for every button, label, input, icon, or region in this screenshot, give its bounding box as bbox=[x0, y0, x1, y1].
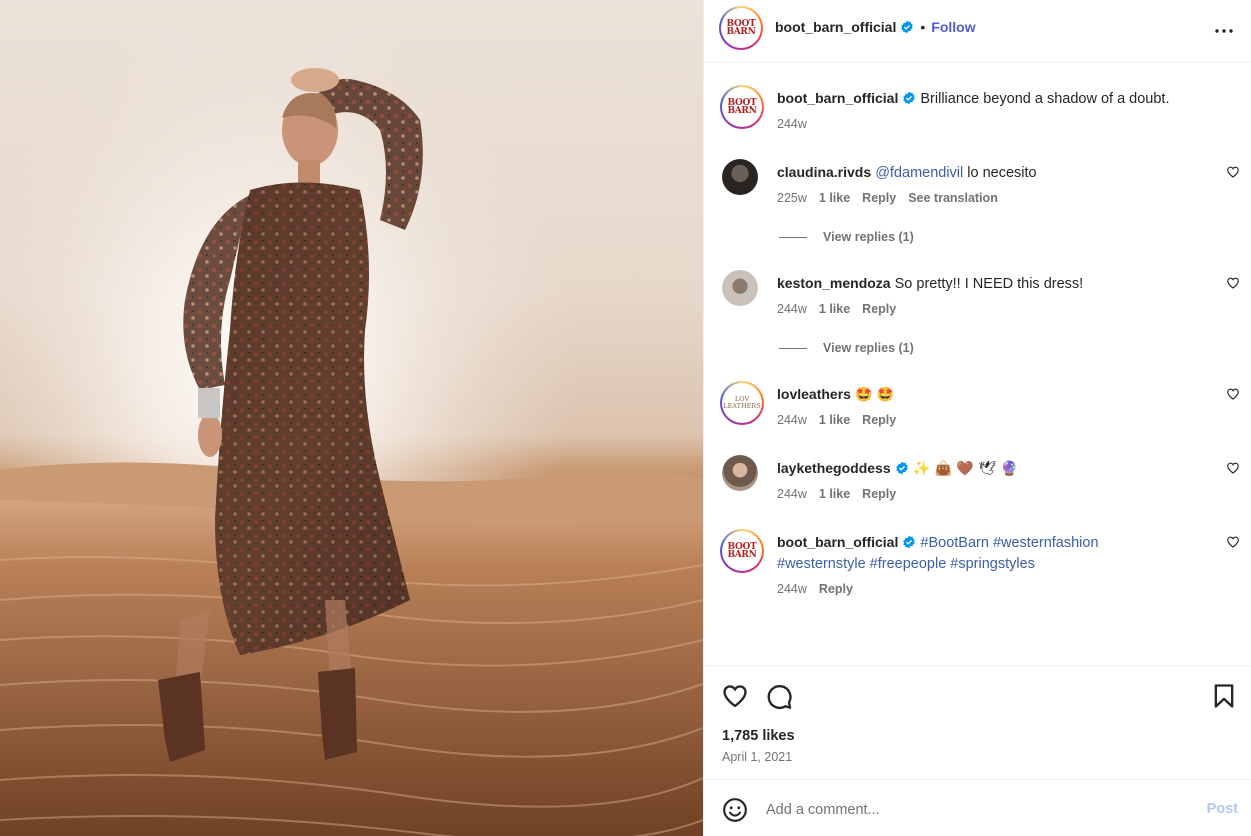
caption-row: BOOT BARN boot_barn_official Brilliance b… bbox=[720, 85, 1240, 135]
comment-username[interactable]: laykethegoddess bbox=[777, 460, 891, 476]
post-actions: 1,785 likes April 1, 2021 bbox=[704, 665, 1251, 779]
post-comment-button[interactable]: Post bbox=[1207, 801, 1238, 817]
instagram-post: BOOT BARN boot_barn_official • Follow BOOT B… bbox=[0, 0, 1251, 836]
commenter-avatar[interactable]: LOV LEATHERS bbox=[720, 381, 764, 425]
comment-likes[interactable]: 1 like bbox=[819, 487, 850, 501]
comment-username[interactable]: boot_barn_official bbox=[777, 534, 898, 550]
comments-list[interactable]: BOOT BARN boot_barn_official Brilliance b… bbox=[704, 64, 1251, 665]
heart-icon[interactable] bbox=[1226, 387, 1240, 401]
comment-body: ✨ 👜 🤎 🕊 🔮 bbox=[912, 461, 1018, 477]
heart-icon[interactable] bbox=[1226, 276, 1240, 290]
follow-button[interactable]: Follow bbox=[931, 19, 975, 35]
comment-text: keston_mendoza So pretty!! I NEED this d… bbox=[777, 273, 1177, 295]
desert-model-photo bbox=[0, 0, 703, 836]
verified-icon bbox=[901, 20, 914, 34]
commenter-avatar[interactable] bbox=[722, 455, 758, 491]
comment-item: claudina.rivds @fdamendivil lo necesito … bbox=[720, 159, 1240, 209]
view-replies-button[interactable]: View replies (1) bbox=[779, 341, 914, 355]
header-user-line: boot_barn_official • Follow bbox=[775, 19, 976, 35]
comment-composer: Post bbox=[704, 779, 1251, 836]
reply-button[interactable]: Reply bbox=[862, 413, 896, 427]
view-replies-label: View replies (1) bbox=[823, 341, 914, 355]
comment-item: LOV LEATHERS lovleathers 🤩 🤩 244w 1 like Re… bbox=[720, 381, 1240, 431]
comment-body: So pretty!! I NEED this dress! bbox=[894, 276, 1084, 292]
reply-button[interactable]: Reply bbox=[862, 487, 896, 501]
comment-item: keston_mendoza So pretty!! I NEED this d… bbox=[720, 270, 1240, 320]
heart-icon[interactable] bbox=[1226, 165, 1240, 179]
comment-meta: 244w Reply bbox=[777, 582, 865, 596]
heart-icon[interactable] bbox=[721, 682, 749, 710]
comment-time[interactable]: 244w bbox=[777, 302, 807, 316]
commenter-avatar[interactable]: BOOT BARN bbox=[720, 529, 764, 573]
commenter-avatar[interactable] bbox=[722, 159, 758, 195]
commenter-avatar[interactable] bbox=[722, 270, 758, 306]
comment-text: laykethegoddess ✨ 👜 🤎 🕊 🔮 bbox=[777, 458, 1177, 480]
likes-count[interactable]: 1,785 likes bbox=[722, 728, 795, 744]
comment-icon[interactable] bbox=[765, 682, 793, 710]
heart-icon[interactable] bbox=[1226, 535, 1240, 549]
comment-likes[interactable]: 1 like bbox=[819, 191, 850, 205]
comment-hashtags[interactable]: #BootBarn #westernfashion bbox=[920, 535, 1098, 551]
caption-time[interactable]: 244w bbox=[777, 117, 807, 131]
comment-meta: 225w 1 like Reply See translation bbox=[777, 191, 1010, 205]
boot-barn-logo: BOOT BARN bbox=[727, 542, 757, 560]
caption-meta: 244w bbox=[777, 117, 819, 131]
comment-username[interactable]: keston_mendoza bbox=[777, 275, 891, 291]
replies-divider bbox=[779, 348, 807, 350]
comment-text: boot_barn_official #BootBarn #westernfas… bbox=[777, 532, 1177, 575]
more-icon[interactable] bbox=[1212, 19, 1236, 43]
comment-time[interactable]: 244w bbox=[777, 582, 807, 596]
post-image[interactable] bbox=[0, 0, 703, 836]
lovleathers-logo: LOV LEATHERS bbox=[722, 383, 762, 423]
separator-dot: • bbox=[920, 19, 926, 35]
caption-username[interactable]: boot_barn_official bbox=[777, 90, 898, 106]
caption-body: Brilliance beyond a shadow of a doubt. bbox=[920, 91, 1170, 107]
author-username[interactable]: boot_barn_official bbox=[775, 19, 896, 35]
comment-hashtags[interactable]: #westernstyle #freepeople #springstyles bbox=[777, 556, 1035, 572]
comment-time[interactable]: 244w bbox=[777, 413, 807, 427]
comment-meta: 244w 1 like Reply bbox=[777, 413, 908, 427]
comment-body: lo necesito bbox=[963, 165, 1037, 181]
comment-likes[interactable]: 1 like bbox=[819, 413, 850, 427]
verified-icon bbox=[895, 461, 908, 475]
post-header: BOOT BARN boot_barn_official • Follow bbox=[704, 0, 1251, 63]
comment-item: BOOT BARN boot_barn_official #BootBarn #w… bbox=[720, 529, 1240, 599]
verified-icon bbox=[903, 91, 916, 105]
verified-icon bbox=[903, 535, 916, 549]
author-avatar[interactable]: BOOT BARN bbox=[719, 6, 763, 50]
boot-barn-logo: BOOT BARN bbox=[726, 19, 756, 37]
comment-time[interactable]: 244w bbox=[777, 487, 807, 501]
bookmark-icon[interactable] bbox=[1210, 682, 1238, 710]
reply-button[interactable]: Reply bbox=[819, 582, 853, 596]
boot-barn-logo: BOOT BARN bbox=[727, 98, 757, 116]
replies-divider bbox=[779, 237, 807, 239]
caption-text: boot_barn_official Brilliance beyond a s… bbox=[777, 88, 1177, 110]
post-side-panel: BOOT BARN boot_barn_official • Follow BOOT B… bbox=[703, 0, 1251, 836]
view-replies-button[interactable]: View replies (1) bbox=[779, 230, 914, 244]
comment-meta: 244w 1 like Reply bbox=[777, 302, 908, 316]
comment-text: lovleathers 🤩 🤩 bbox=[777, 384, 1177, 406]
smile-icon[interactable] bbox=[722, 797, 748, 823]
comment-body: 🤩 🤩 bbox=[854, 387, 895, 403]
comment-text: claudina.rivds @fdamendivil lo necesito bbox=[777, 162, 1177, 184]
comment-input[interactable] bbox=[766, 798, 1186, 822]
view-replies-label: View replies (1) bbox=[823, 230, 914, 244]
reply-button[interactable]: Reply bbox=[862, 191, 896, 205]
comment-username[interactable]: claudina.rivds bbox=[777, 164, 871, 180]
heart-icon[interactable] bbox=[1226, 461, 1240, 475]
reply-button[interactable]: Reply bbox=[862, 302, 896, 316]
comment-item: laykethegoddess ✨ 👜 🤎 🕊 🔮 244w 1 like Repl… bbox=[720, 455, 1240, 505]
caption-avatar[interactable]: BOOT BARN bbox=[720, 85, 764, 129]
post-date: April 1, 2021 bbox=[722, 750, 793, 764]
comment-username[interactable]: lovleathers bbox=[777, 386, 851, 402]
see-translation-button[interactable]: See translation bbox=[908, 191, 998, 205]
comment-mention[interactable]: @fdamendivil bbox=[875, 165, 963, 181]
comment-likes[interactable]: 1 like bbox=[819, 302, 850, 316]
comment-meta: 244w 1 like Reply bbox=[777, 487, 908, 501]
comment-time[interactable]: 225w bbox=[777, 191, 807, 205]
